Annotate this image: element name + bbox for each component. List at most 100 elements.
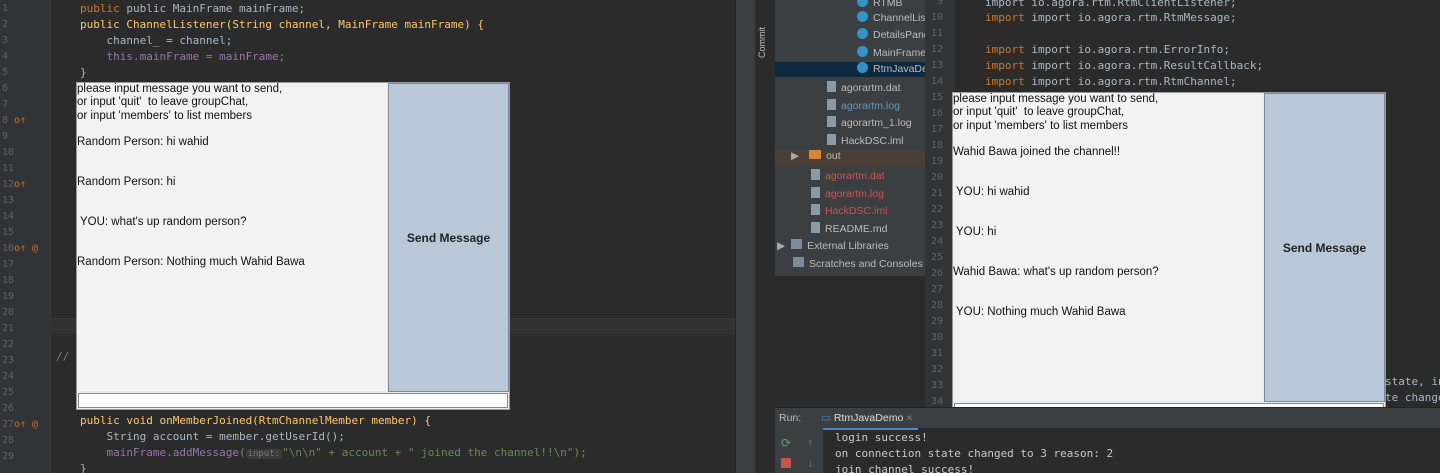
tree-item[interactable]: HackDSC.iml [827,134,903,147]
run-panel: Run: ▭ RtmJavaDemo × ⟳ ↑ ↓ login success… [775,407,1440,473]
tree-item[interactable]: MainFrame [857,46,926,59]
tree-item[interactable]: agorartm_1.log [827,116,912,129]
file-icon [827,81,836,92]
commit-tool-tab[interactable]: Commit [757,8,773,58]
tree-item-label: ChannelLis [873,12,926,24]
line-number: 14 [931,76,944,87]
code-line: import import io.agora.rtm.RtmChannel; [985,75,1237,88]
line-number: 29 [2,451,15,462]
tree-item-selected[interactable]: RtmJavaDe [775,62,928,77]
tree-item[interactable]: agorartm.dat [827,81,901,94]
tree-item-label: out [826,150,841,162]
tree-item[interactable]: agorartm.dat [811,169,885,182]
send-message-button[interactable]: Send Message [388,83,509,392]
chevron-right-icon[interactable]: ▶ [777,240,785,252]
pane-divider[interactable] [735,0,756,473]
chevron-right-icon[interactable]: ▶ [791,150,799,162]
tree-item-label: agorartm_1.log [841,117,912,129]
tree-item[interactable]: ▶ External Libraries [777,239,889,252]
code-text: import io.agora.rtm.ResultCallback; [1031,59,1264,72]
project-tree: RTMB ChannelLis DetailsPane MainFrame Rt… [775,0,930,276]
line-number: 17 [931,124,944,135]
line-number: 33 [931,380,944,391]
line-number: 11 [931,28,944,39]
tree-item[interactable]: Scratches and Consoles [793,257,923,270]
tree-item[interactable]: agorartm.log [827,99,900,112]
code-line: } [80,462,87,473]
tree-item-label: agorartm.dat [841,82,901,94]
line-number: 19 [931,156,944,167]
console-line: on connection state changed to 3 reason:… [835,447,1114,460]
override-marker-icon[interactable]: o↑ @ [14,419,38,430]
override-marker-icon[interactable]: o↑ [14,115,26,126]
message-input[interactable] [78,393,508,408]
close-icon[interactable]: × [906,412,912,424]
line-number: 12 [2,179,15,190]
code-text: this.mainFrame = mainFrame; [80,50,286,63]
line-number: 25 [931,252,944,263]
code-text: String account = member.getUserId(); [80,430,345,443]
code-text: import io.agora.rtm.ErrorInfo; [1031,43,1231,56]
tree-item[interactable]: ChannelLis [857,11,926,24]
line-number: 28 [2,435,15,446]
code-text: mainFrame.addMessage( [80,446,246,459]
send-message-button[interactable]: Send Message [1264,93,1385,402]
tree-item[interactable]: README.md [811,222,887,235]
class-icon [857,28,868,39]
line-number: 15 [2,227,15,238]
code-text: public MainFrame mainFrame; [126,2,306,15]
run-tab[interactable]: ▭ RtmJavaDemo × [815,410,919,430]
line-number: 18 [931,140,944,151]
line-number: 15 [931,92,944,103]
line-number: 16 [2,243,15,254]
code-line: import import io.agora.rtm.ResultCallbac… [985,59,1264,72]
tree-item-label: MainFrame [873,47,927,59]
line-number: 18 [2,275,15,286]
code-text: } [80,462,87,473]
code-line: String account = member.getUserId(); [80,430,345,443]
line-number: 9 [2,131,9,142]
line-number: 25 [2,387,15,398]
stop-icon[interactable] [781,458,791,468]
arrow-down-icon[interactable]: ↓ [807,457,814,470]
chat-messages-area[interactable]: please input message you want to send, o… [77,83,387,391]
line-number: 21 [2,323,15,334]
run-config-icon: ▭ [821,412,834,424]
tree-item[interactable]: HackDSC.iml [811,204,887,217]
chat-messages-area[interactable]: please input message you want to send, o… [953,93,1263,401]
rerun-icon[interactable]: ⟳ [781,436,791,450]
arrow-up-icon[interactable]: ↑ [807,436,814,449]
tree-item-label: HackDSC.iml [841,135,904,147]
tree-item-label: RtmJavaDe [873,63,928,75]
code-line: public void onMemberJoined(RtmChannelMem… [80,414,431,427]
tree-item[interactable]: RTMB [857,0,903,9]
line-number: 24 [931,236,944,247]
code-line: public ChannelListener(String channel, M… [80,18,484,31]
file-icon [827,99,836,110]
code-fragment: te change [1385,391,1440,404]
run-label: Run: [779,412,802,424]
parameter-hint: input: [245,449,283,459]
line-number: 10 [2,147,15,158]
tree-item-label: README.md [825,223,888,235]
chat-window-random-person[interactable]: please input message you want to send, o… [76,82,510,410]
run-tab-label: RtmJavaDemo [833,412,904,424]
tree-item[interactable]: agorartm.log [811,187,884,200]
code-line: channel_ = channel; [80,34,232,47]
left-editor-pane: 1 2 3 4 5 6 7 8 9 10 11 12 13 14 15 16 1… [0,0,735,473]
override-marker-icon[interactable]: o↑ [14,179,26,190]
tree-item[interactable]: DetailsPane [857,28,930,41]
line-number: 23 [2,355,15,366]
override-marker-icon[interactable]: o↑ @ [14,243,38,254]
line-number: 22 [2,339,15,350]
tree-item-folder-out[interactable]: ▶ out [775,150,925,166]
line-number: 26 [931,268,944,279]
code-text: public ChannelListener(String channel, M… [80,18,484,31]
tree-item-label: DetailsPane [873,29,930,41]
file-icon [827,116,836,127]
chat-window-wahid-bawa[interactable]: please input message you want to send, o… [952,92,1386,420]
line-number: 1 [2,3,9,14]
line-number: 21 [931,188,944,199]
file-icon [811,169,820,180]
line-number: 3 [2,35,9,46]
